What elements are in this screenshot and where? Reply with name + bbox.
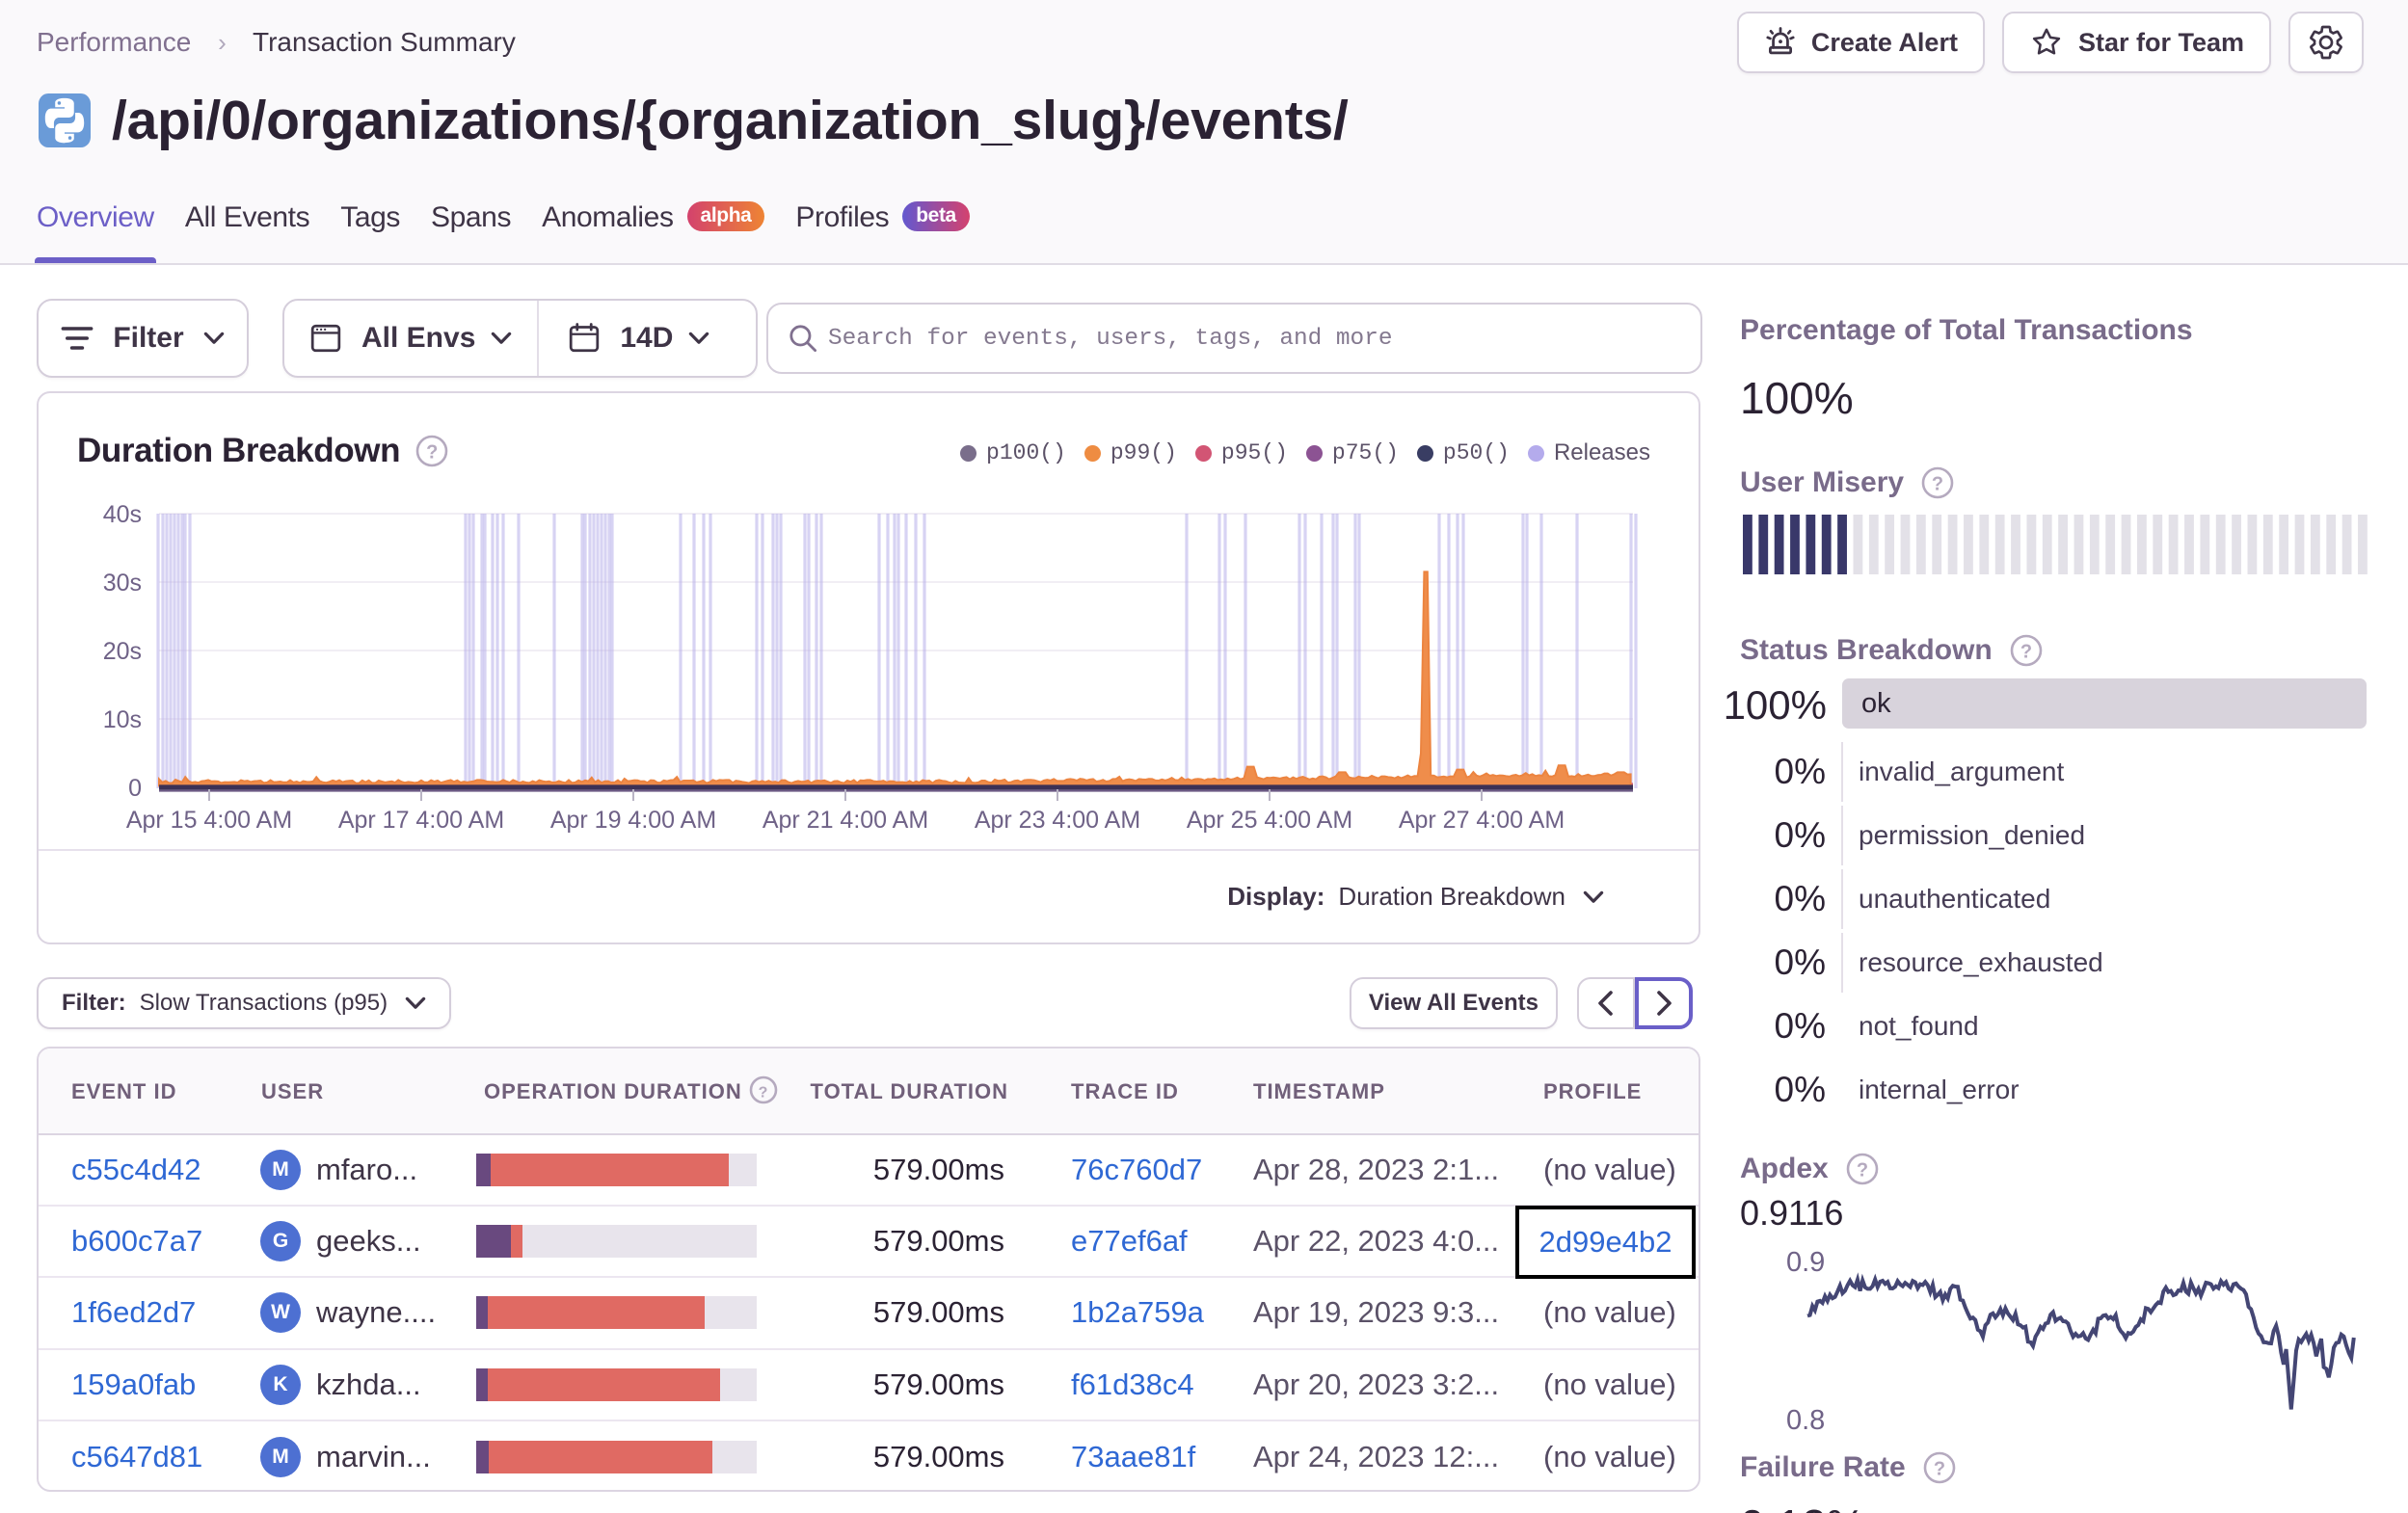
svg-text:40s: 40s	[103, 501, 142, 528]
svg-text:Apr 17 4:00 AM: Apr 17 4:00 AM	[338, 807, 504, 834]
svg-text:?: ?	[758, 1085, 768, 1102]
svg-text:0: 0	[128, 775, 142, 802]
svg-text:?: ?	[2020, 642, 2032, 663]
svg-text:Apr 15 4:00 AM: Apr 15 4:00 AM	[126, 807, 292, 834]
svg-text:?: ?	[1934, 1459, 1945, 1480]
svg-text:30s: 30s	[103, 570, 142, 597]
svg-text:?: ?	[1932, 474, 1943, 495]
svg-text:Apr 23 4:00 AM: Apr 23 4:00 AM	[975, 807, 1140, 834]
svg-text:Apr 19 4:00 AM: Apr 19 4:00 AM	[550, 807, 716, 834]
svg-text:20s: 20s	[103, 638, 142, 665]
svg-text:Apr 27 4:00 AM: Apr 27 4:00 AM	[1399, 807, 1565, 834]
svg-text:10s: 10s	[103, 706, 142, 733]
svg-text:?: ?	[1857, 1160, 1868, 1181]
svg-text:Apr 25 4:00 AM: Apr 25 4:00 AM	[1187, 807, 1352, 834]
svg-text:Apr 21 4:00 AM: Apr 21 4:00 AM	[763, 807, 928, 834]
